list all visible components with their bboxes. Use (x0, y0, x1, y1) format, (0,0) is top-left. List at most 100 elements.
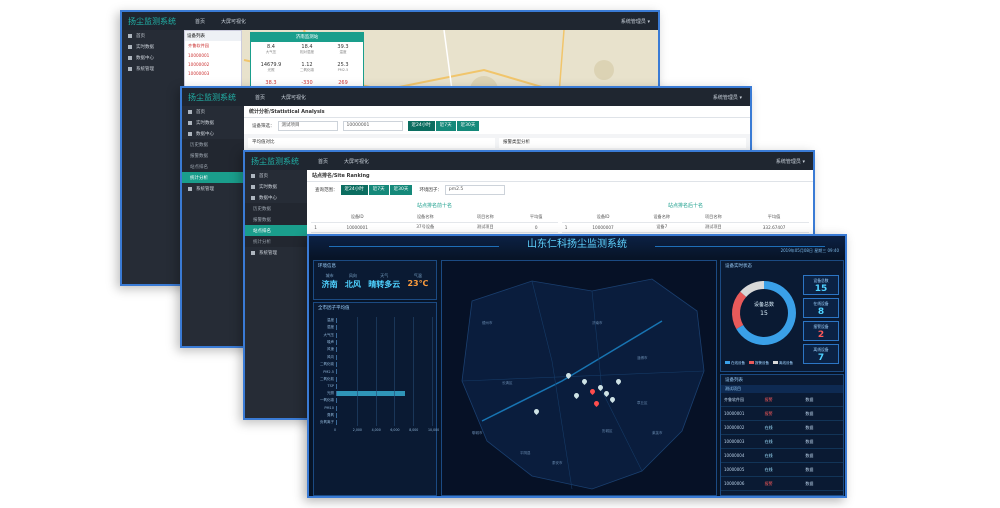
grid-line (432, 317, 433, 427)
gear-icon (128, 66, 132, 71)
sidebar-item-ranking[interactable]: 站点排名 (182, 161, 244, 172)
dashboard-header: 山东仁科扬尘监测系统 2019年05月08日 星期三 09:40 (309, 236, 845, 258)
device-data-link[interactable]: 数据 (802, 439, 843, 445)
top-ten-table: 站点排名前十名 设备ID 设备名称 项目名称 平均值 1 10000001 37号设备 测试… (311, 202, 558, 233)
map-label: 聊城市 (472, 431, 483, 435)
sidebar-item-data-center[interactable]: 数据中心 (122, 52, 184, 63)
device-state: 在线 (764, 466, 773, 472)
device-name: 10000006 (724, 481, 745, 486)
sidebar-item-home[interactable]: 首页 (122, 30, 184, 41)
sidebar: 首页 实时数据 数据中心 历史数据 报警数据 站点排名 统计分析 系统管理 (182, 106, 244, 346)
bar-label: 二氧化硫 (320, 361, 334, 366)
sidebar-item-sys[interactable]: 系统管理 (245, 247, 307, 258)
device-data-link[interactable]: 数据 (802, 411, 843, 417)
factor-select[interactable]: pm2.5 (444, 185, 505, 195)
bar-label: 负氧离子 (320, 420, 334, 425)
sidebar-item-home[interactable]: 首页 (182, 106, 244, 117)
user-menu[interactable]: 系统管理员 ▾ (776, 158, 805, 165)
sidebar-item-data-center[interactable]: 数据中心 (182, 128, 244, 139)
sidebar-item-home[interactable]: 首页 (245, 170, 307, 181)
sidebar-item-history[interactable]: 历史数据 (182, 139, 244, 150)
range-label: 查询范围： (315, 188, 338, 193)
station-label: 设备筛选： (252, 124, 275, 129)
range-30d-button[interactable]: 近30天 (456, 121, 480, 131)
bar-label: 二氧化氮 (320, 376, 334, 381)
sidebar-item-sys[interactable]: 系统管理 (182, 183, 244, 194)
device-name: 10000001 (724, 411, 745, 416)
sidebar-item-sys[interactable]: 系统管理 (122, 63, 184, 74)
devlist-title: 设备列表 (725, 378, 743, 383)
device-item-2[interactable]: 10000002 (185, 60, 241, 69)
page-title: 站点排名/Site Ranking (307, 170, 813, 182)
sidebar-item-history[interactable]: 历史数据 (245, 203, 307, 214)
col-device-name: 设备名称 (635, 212, 688, 223)
range-24h-button[interactable]: 近24小时 (340, 185, 368, 195)
map-panel[interactable]: 德州市 济南市 泰安市 淄博市 聊城市 莱芜市 历城区 章丘区 长清区 平阴县 (441, 260, 717, 496)
nav-bigscreen[interactable]: 大屏可视化 (281, 94, 306, 101)
home-icon (251, 173, 255, 178)
range-24h-button[interactable]: 近24小时 (407, 121, 435, 131)
sidebar-item-stats[interactable]: 统计分析 (245, 236, 307, 247)
sidebar-item-data-center[interactable]: 数据中心 (245, 192, 307, 203)
sidebar-item-stats[interactable]: 统计分析 (182, 172, 244, 183)
nav-home[interactable]: 首页 (255, 94, 265, 101)
user-menu[interactable]: 系统管理员 ▾ (713, 94, 742, 101)
grid-line (375, 317, 377, 427)
user-menu[interactable]: 系统管理员 ▾ (621, 18, 650, 25)
table-row[interactable]: 10000004 在线 数据 (721, 449, 843, 463)
device-state: 报警 (764, 410, 773, 416)
table-row[interactable]: 齐鲁软件园 报警 数据 (721, 393, 843, 407)
nav-home[interactable]: 首页 (318, 158, 328, 165)
device-select[interactable]: 10000001 (342, 121, 403, 131)
page-title: 统计分析/Statistical Analysis (244, 106, 750, 118)
sidebar-item-realtime[interactable]: 实时数据 (182, 117, 244, 128)
table-row[interactable]: 10000006 报警 数据 (721, 477, 843, 491)
stat-total: 设备总数 15 (803, 275, 839, 295)
env-panel: 环境信息 城市 济南 风向 北风 天气 晴转多云 气温 23℃ (313, 260, 437, 300)
donut-slice-offline (740, 281, 764, 297)
popup-title: 济南监测站 (251, 33, 363, 42)
device-item-1[interactable]: 10000001 (185, 51, 241, 60)
device-data-link[interactable]: 数据 (802, 481, 843, 487)
table-row[interactable]: 10000001 报警 数据 (721, 407, 843, 421)
table-row[interactable]: 10000005 在线 数据 (721, 463, 843, 477)
device-data-link[interactable]: 数据 (802, 453, 843, 459)
popup-key: 二氧化碳 (300, 68, 314, 72)
factor-label: 环境因子： (419, 188, 442, 193)
x-tick-label: 6,000 (390, 428, 400, 433)
nav-home[interactable]: 首页 (195, 18, 205, 25)
sidebar-item-ranking[interactable]: 站点排名 (245, 225, 307, 236)
col-project: 项目名称 (687, 212, 740, 223)
nav-bigscreen[interactable]: 大屏可视化 (221, 18, 246, 25)
filter-bar: 设备筛选： 测试项目 10000001 近24小时 近7天 近30天 (244, 118, 750, 134)
device-data-link[interactable]: 数据 (802, 397, 843, 403)
device-item-0[interactable]: 齐鲁软件园 (185, 41, 241, 51)
bar-label: 噪声 (327, 340, 334, 345)
table-row[interactable]: 10000003 在线 数据 (721, 435, 843, 449)
sidebar-item-alarm[interactable]: 报警数据 (245, 214, 307, 225)
range-7d-button[interactable]: 近7天 (435, 121, 456, 131)
device-data-link[interactable]: 数据 (802, 425, 843, 431)
station-select[interactable]: 测试项目 (277, 121, 338, 131)
bar-label: PM10 (324, 406, 334, 411)
device-state: 报警 (764, 480, 773, 486)
avg-chart-panel: 全市因子平均值 温度 湿度 大气压 噪声 风速 风向 二氧化硫 PM2.5 二氧化氮 TSP 光照一… (313, 302, 439, 496)
sidebar-item-realtime[interactable]: 实时数据 (122, 41, 184, 52)
bar-label: TSP (327, 384, 334, 389)
device-list-panel: 设备列表 测试项目 齐鲁软件园 报警 数据 10000001 报警 数据 10000002 在… (720, 374, 844, 496)
app-logo: 扬尘监测系统 (251, 156, 299, 166)
env-weather: 晴转多云 (368, 280, 401, 289)
nav-bigscreen[interactable]: 大屏可视化 (344, 158, 369, 165)
table-row[interactable]: 10000002 在线 数据 (721, 421, 843, 435)
range-7d-button[interactable]: 近7天 (368, 185, 389, 195)
sidebar-item-realtime[interactable]: 实时数据 (245, 181, 307, 192)
device-data-link[interactable]: 数据 (802, 467, 843, 473)
top-ten-title: 站点排名前十名 (416, 203, 452, 209)
top-bar: 扬尘监测系统 首页 大屏可视化 系统管理员 ▾ (182, 88, 750, 106)
device-item-3[interactable]: 10000003 (185, 69, 241, 78)
top-bar: 扬尘监测系统 首页 大屏可视化 系统管理员 ▾ (122, 12, 658, 30)
gear-icon (188, 186, 192, 191)
sidebar-item-alarm[interactable]: 报警数据 (182, 150, 244, 161)
devlist-group[interactable]: 测试项目 (721, 385, 843, 393)
range-30d-button[interactable]: 近30天 (389, 185, 413, 195)
